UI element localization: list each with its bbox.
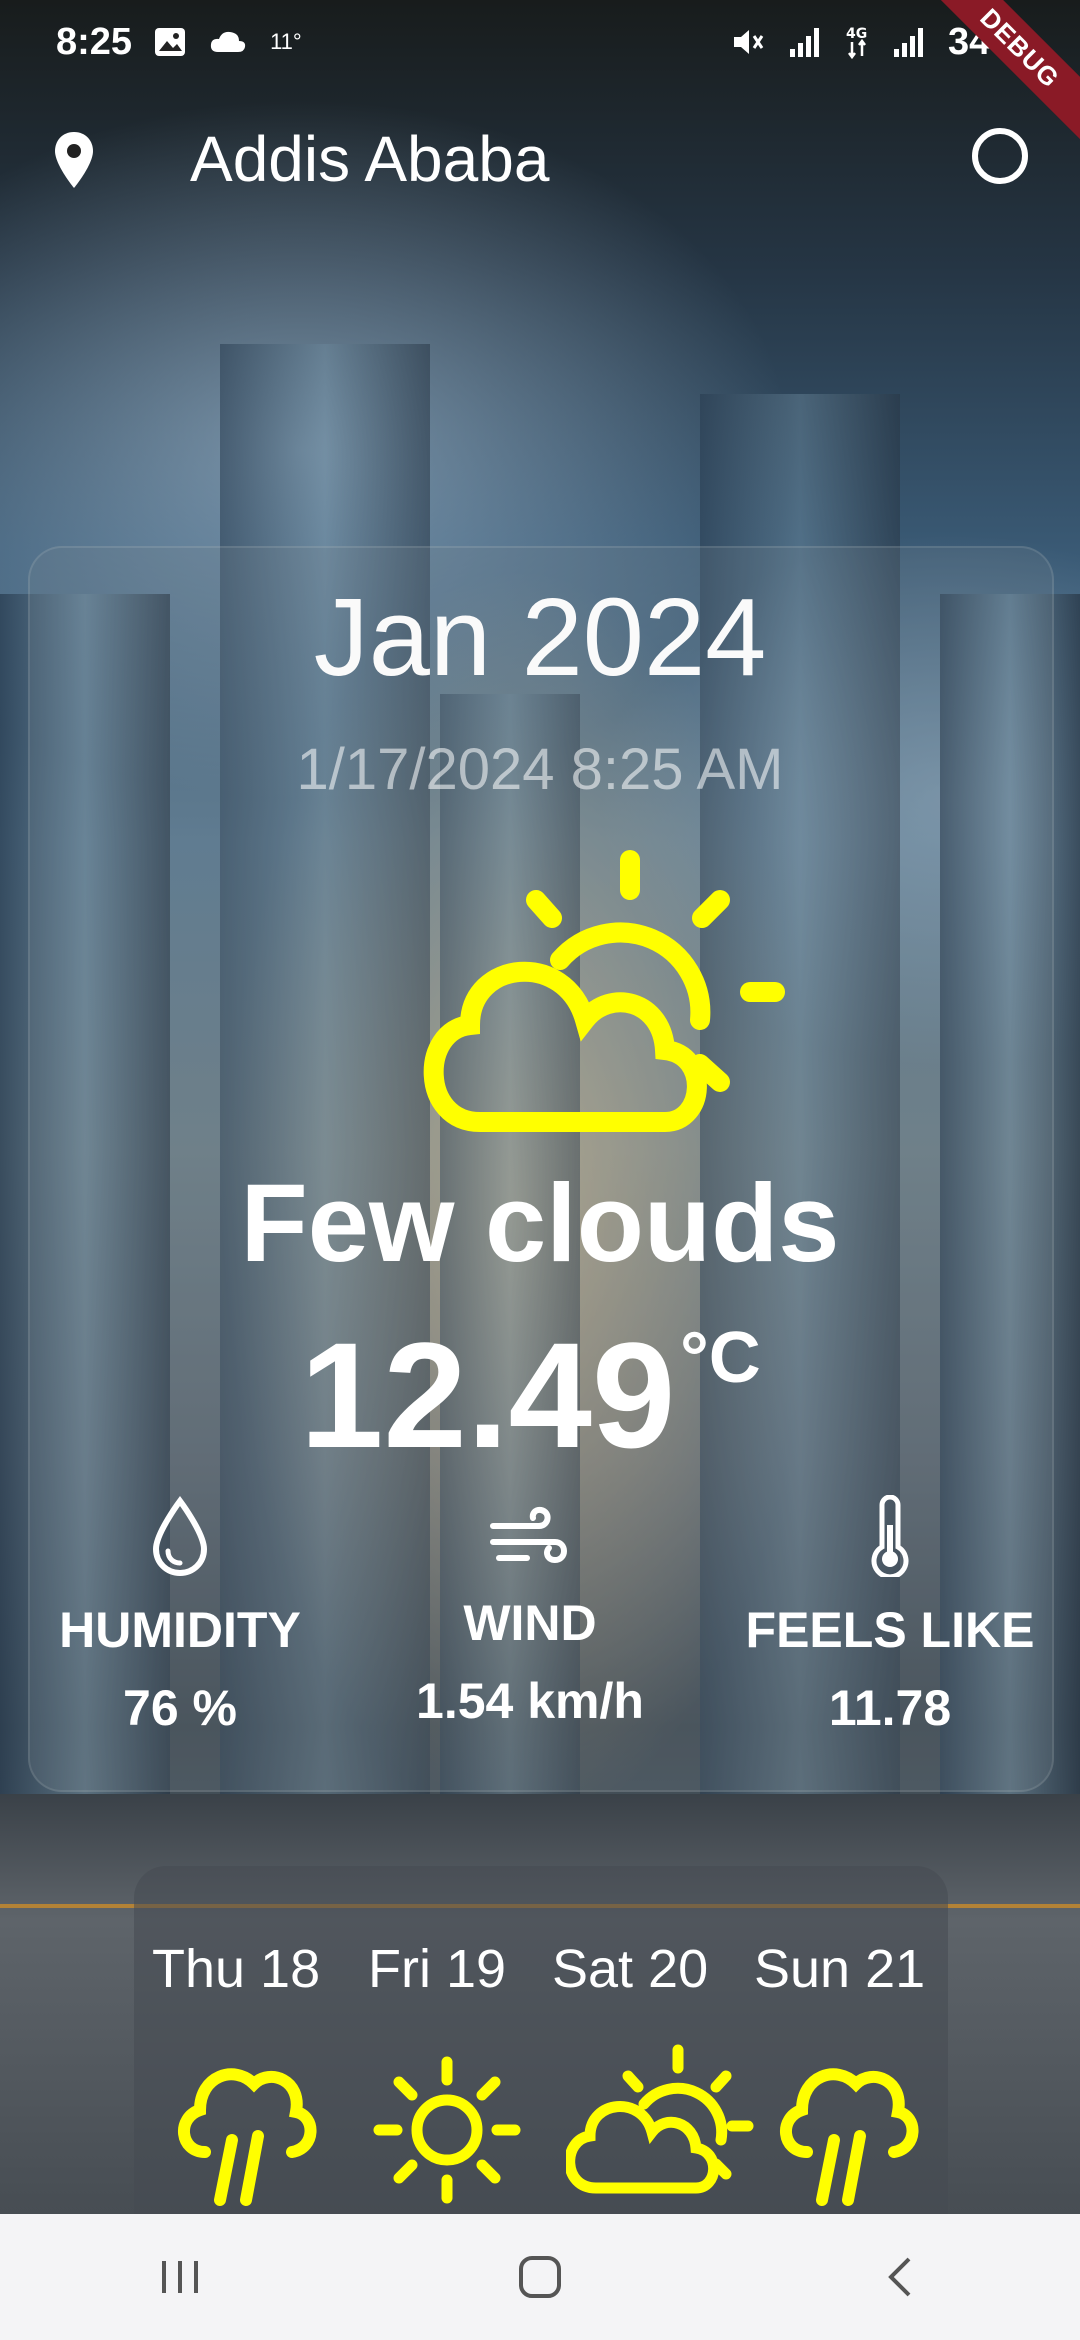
cloud-status-icon	[210, 31, 246, 52]
wind-value: 1.54 km/h	[416, 1673, 644, 1729]
gallery-icon	[155, 28, 186, 56]
4g-icon: 4G	[846, 26, 867, 60]
forecast-day-label: Thu 18	[152, 1939, 321, 1999]
app-bar: Addis Ababa	[0, 112, 1080, 202]
humidity-value: 76 %	[123, 1680, 237, 1736]
feels-like-value: 11.78	[828, 1680, 952, 1736]
humidity-label: HUMIDITY	[59, 1602, 301, 1658]
status-time: 8:25	[56, 20, 133, 63]
water-drop-icon	[152, 1495, 208, 1577]
thermometer-icon	[871, 1495, 909, 1577]
partly-cloudy-icon	[566, 2044, 754, 2194]
svg-text:4G: 4G	[846, 26, 867, 42]
current-datetime: 1/17/2024 8:25 AM	[296, 737, 784, 802]
temperature-value: 12.49	[300, 1311, 676, 1479]
forecast-day-label: Sat 20	[552, 1939, 709, 1999]
temperature-unit: °C	[680, 1318, 761, 1398]
signal-icon	[789, 28, 819, 57]
rain-cloud-icon	[780, 2068, 919, 2206]
home-icon	[519, 2256, 561, 2298]
home-button[interactable]	[490, 2237, 590, 2317]
city-name: Addis Ababa	[190, 123, 550, 195]
humidity-stat: HUMIDITY 76 %	[40, 1495, 320, 1737]
signal-icon-2	[893, 28, 923, 57]
wind-icon	[490, 1506, 567, 1564]
rain-cloud-icon	[178, 2068, 317, 2206]
forecast-day-label: Fri 19	[368, 1939, 507, 1999]
feels-like-label: FEELS LIKE	[745, 1602, 1035, 1658]
weather-condition: Few clouds	[240, 1162, 840, 1285]
system-navigation-bar	[0, 2214, 1080, 2340]
recent-apps-icon	[162, 2261, 198, 2293]
feels-like-stat: FEELS LIKE 11.78	[730, 1495, 1050, 1737]
status-small-temp: 11°	[270, 29, 302, 54]
mute-icon	[733, 30, 764, 54]
back-button[interactable]	[850, 2237, 950, 2317]
back-icon	[888, 2257, 911, 2297]
forecast-day-label: Sun 21	[754, 1939, 926, 1999]
location-pin-icon[interactable]	[52, 130, 96, 190]
wind-stat: WIND 1.54 km/h	[380, 1502, 680, 1730]
wind-label: WIND	[463, 1595, 597, 1651]
partly-cloudy-icon	[423, 850, 785, 1132]
month-year: Jan 2024	[313, 576, 767, 699]
status-left: 8:25 11°	[56, 21, 302, 64]
status-bar: 8:25 11° 4G 34%	[0, 0, 1080, 84]
sun-icon	[373, 2056, 521, 2204]
recent-apps-button[interactable]	[130, 2237, 230, 2317]
refresh-circle-button[interactable]	[972, 128, 1028, 184]
